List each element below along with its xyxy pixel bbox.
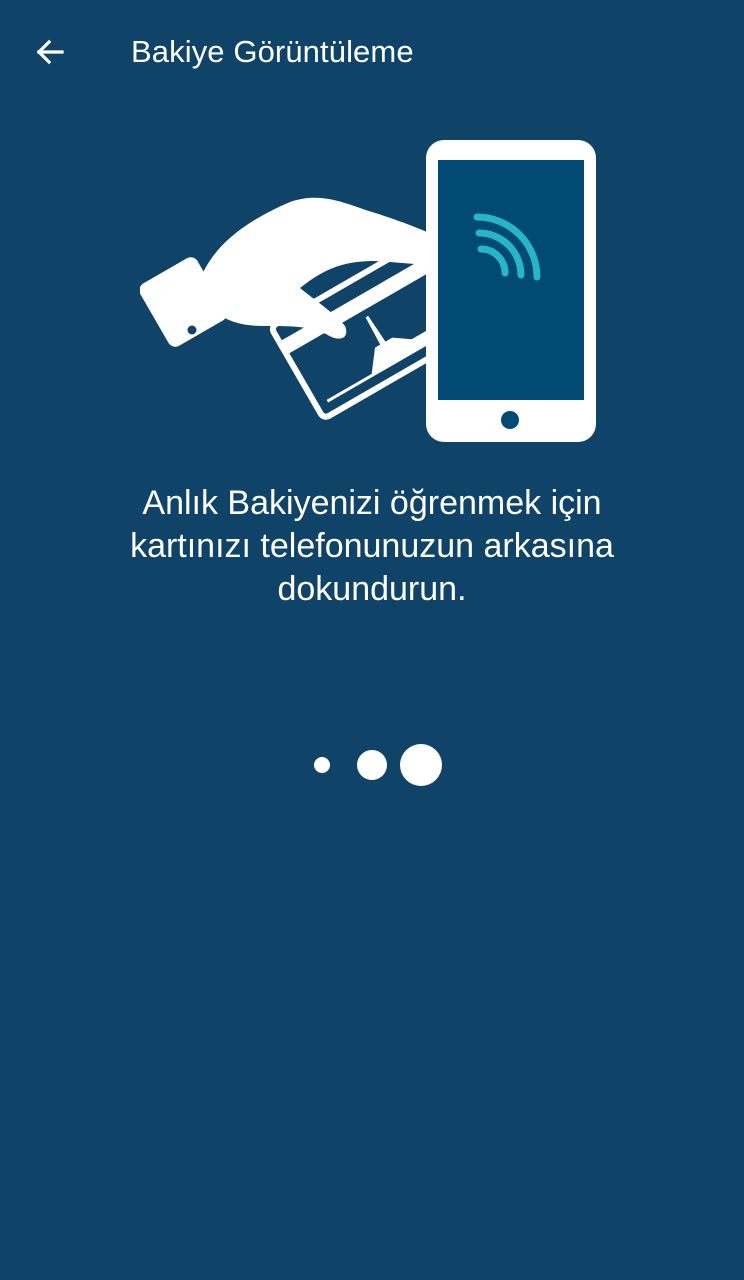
page-title: Bakiye Görüntüleme bbox=[131, 34, 414, 69]
arrow-left-icon bbox=[36, 39, 64, 65]
app-bar: Bakiye Görüntüleme bbox=[0, 0, 744, 104]
nfc-illustration bbox=[140, 130, 610, 450]
hand-card-phone-nfc-icon bbox=[140, 140, 596, 442]
loading-dot bbox=[314, 757, 330, 773]
back-button[interactable] bbox=[22, 26, 78, 78]
loading-dot bbox=[400, 744, 442, 786]
loading-dot bbox=[357, 750, 387, 780]
loading-indicator bbox=[300, 738, 450, 794]
instruction-text: Anlık Bakiyenizi öğrenmek için kartınızı… bbox=[130, 484, 614, 608]
